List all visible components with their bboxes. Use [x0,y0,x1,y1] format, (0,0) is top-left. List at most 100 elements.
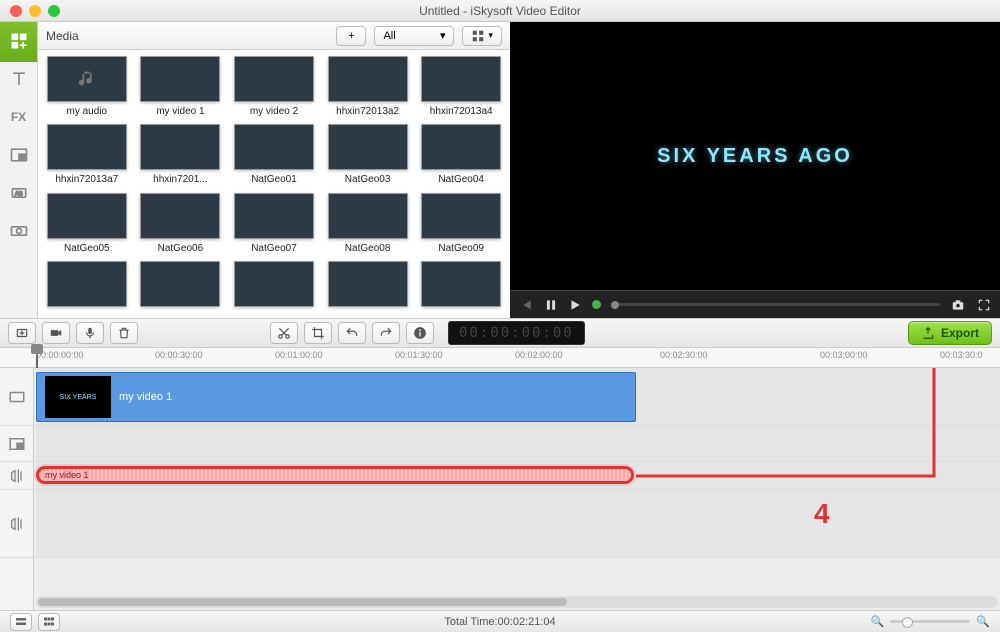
timeline-view-button[interactable] [38,613,60,631]
media-thumb[interactable]: NatGeo05 [42,193,132,255]
thumbnail-image [47,124,127,170]
undo-button[interactable] [338,322,366,344]
tracks-area[interactable]: SIX YEARS my video 1 my video 1 4 [34,368,1000,610]
preview-caption: SIX YEARS AGO [657,145,853,168]
zoom-in-icon[interactable]: 🔍 [976,615,990,628]
thumbnail-image [234,193,314,239]
media-thumb[interactable]: my video 2 [229,56,319,118]
zoom-out-icon[interactable]: 🔍 [871,615,885,628]
title-safe-tab[interactable]: AB [0,174,37,212]
media-filter-select[interactable]: All▾ [374,26,454,46]
media-tab[interactable] [0,22,37,60]
titlebar: Untitled - iSkysoft Video Editor [0,0,1000,22]
zoom-window-button[interactable] [48,5,60,17]
fullscreen-button[interactable] [976,298,992,312]
snapshot-button[interactable] [950,298,966,312]
thumbnail-label: hhxin72013a2 [336,106,399,117]
ruler-mark: 00:00:00:00 [36,350,84,360]
play-button[interactable] [568,298,582,312]
thumbnail-image [328,56,408,102]
preview-controls [510,290,1000,318]
total-time-label: Total Time:00:02:21:04 [0,616,1000,628]
thumbnail-image [328,261,408,307]
storyboard-view-button[interactable] [10,613,32,631]
fx-tab[interactable]: FX [0,98,37,136]
pause-button[interactable] [544,298,558,312]
thumbnail-label: my video 2 [250,106,298,117]
redo-button[interactable] [372,322,400,344]
media-thumb[interactable] [136,261,226,312]
audio2-track-icon[interactable] [0,490,33,558]
preview-progress[interactable] [611,303,940,306]
thumbnail-label: NatGeo09 [438,243,484,254]
thumbnail-image [140,193,220,239]
record-webcam-button[interactable] [42,322,70,344]
thumbnail-image [421,261,501,307]
minimize-window-button[interactable] [29,5,41,17]
footer: Total Time:00:02:21:04 🔍 🔍 [0,610,1000,632]
media-thumb[interactable]: NatGeo03 [323,124,413,186]
media-thumb[interactable]: my audio [42,56,132,118]
track-rail [0,368,34,610]
media-grid[interactable]: my audiomy video 1 my video 2 hhxin72013a2… [38,50,510,318]
add-media-button[interactable]: + [336,26,366,46]
thumbnail-label: hhxin7201... [153,174,208,185]
export-button[interactable]: Export [908,321,992,345]
video-clip[interactable]: SIX YEARS my video 1 [36,372,636,422]
media-thumb[interactable]: hhxin72013a2 [323,56,413,118]
text-tab[interactable] [0,60,37,98]
media-thumb[interactable]: NatGeo04 [416,124,506,186]
media-thumb[interactable]: hhxin7201... [136,124,226,186]
audio-clip[interactable]: my video 1 [36,466,634,484]
pip-track-icon[interactable] [0,426,33,462]
thumbnail-label: hhxin72013a4 [430,106,493,117]
pip-track[interactable] [36,426,1000,462]
timeline-ruler[interactable]: 00:00:00:0000:00:30:0000:01:00:0000:01:3… [0,348,1000,368]
media-thumb[interactable] [323,261,413,312]
close-window-button[interactable] [10,5,22,17]
thumbnail-image [47,56,127,102]
timeline-hscroll[interactable] [36,596,998,608]
media-thumb[interactable]: NatGeo01 [229,124,319,186]
thumbnail-image [328,124,408,170]
timecode-display: 00:00:00:00 [448,321,585,345]
thumbnail-image [421,193,501,239]
media-thumb[interactable]: NatGeo09 [416,193,506,255]
crop-button[interactable] [304,322,332,344]
media-thumb[interactable]: hhxin72013a4 [416,56,506,118]
thumbnail-label: NatGeo06 [158,243,204,254]
thumbnail-image [328,193,408,239]
preview-panel: SIX YEARS AGO [510,22,1000,318]
transition-tab[interactable] [0,212,37,250]
thumbnail-label: NatGeo04 [438,174,484,185]
thumbnail-label: NatGeo08 [345,243,391,254]
media-thumb[interactable]: NatGeo06 [136,193,226,255]
pip-tab[interactable] [0,136,37,174]
audio1-track-icon[interactable] [0,462,33,490]
delete-button[interactable] [110,322,138,344]
thumbnail-label: NatGeo07 [251,243,297,254]
media-thumb[interactable] [229,261,319,312]
prev-frame-button[interactable] [518,298,534,312]
cut-button[interactable] [270,322,298,344]
media-thumb[interactable]: my video 1 [136,56,226,118]
timeline: SIX YEARS my video 1 my video 1 4 [0,368,1000,610]
thumbnail-image [140,261,220,307]
add-clip-button[interactable] [8,322,36,344]
thumbnail-image [140,56,220,102]
record-voiceover-button[interactable] [76,322,104,344]
media-thumb[interactable]: NatGeo08 [323,193,413,255]
media-thumb[interactable]: NatGeo07 [229,193,319,255]
ruler-mark: 00:03:30:0 [940,350,983,360]
ruler-mark: 00:02:30:00 [660,350,708,360]
video-track-icon[interactable] [0,368,33,426]
ruler-mark: 00:02:00:00 [515,350,563,360]
media-thumb[interactable] [42,261,132,312]
zoom-slider[interactable] [890,620,970,623]
grid-view-button[interactable]: ▾ [462,26,502,46]
info-button[interactable] [406,322,434,344]
media-thumb[interactable]: hhxin72013a7 [42,124,132,186]
media-header: Media + All▾ ▾ [38,22,510,50]
media-thumb[interactable] [416,261,506,312]
audio-track-2[interactable] [36,490,1000,558]
